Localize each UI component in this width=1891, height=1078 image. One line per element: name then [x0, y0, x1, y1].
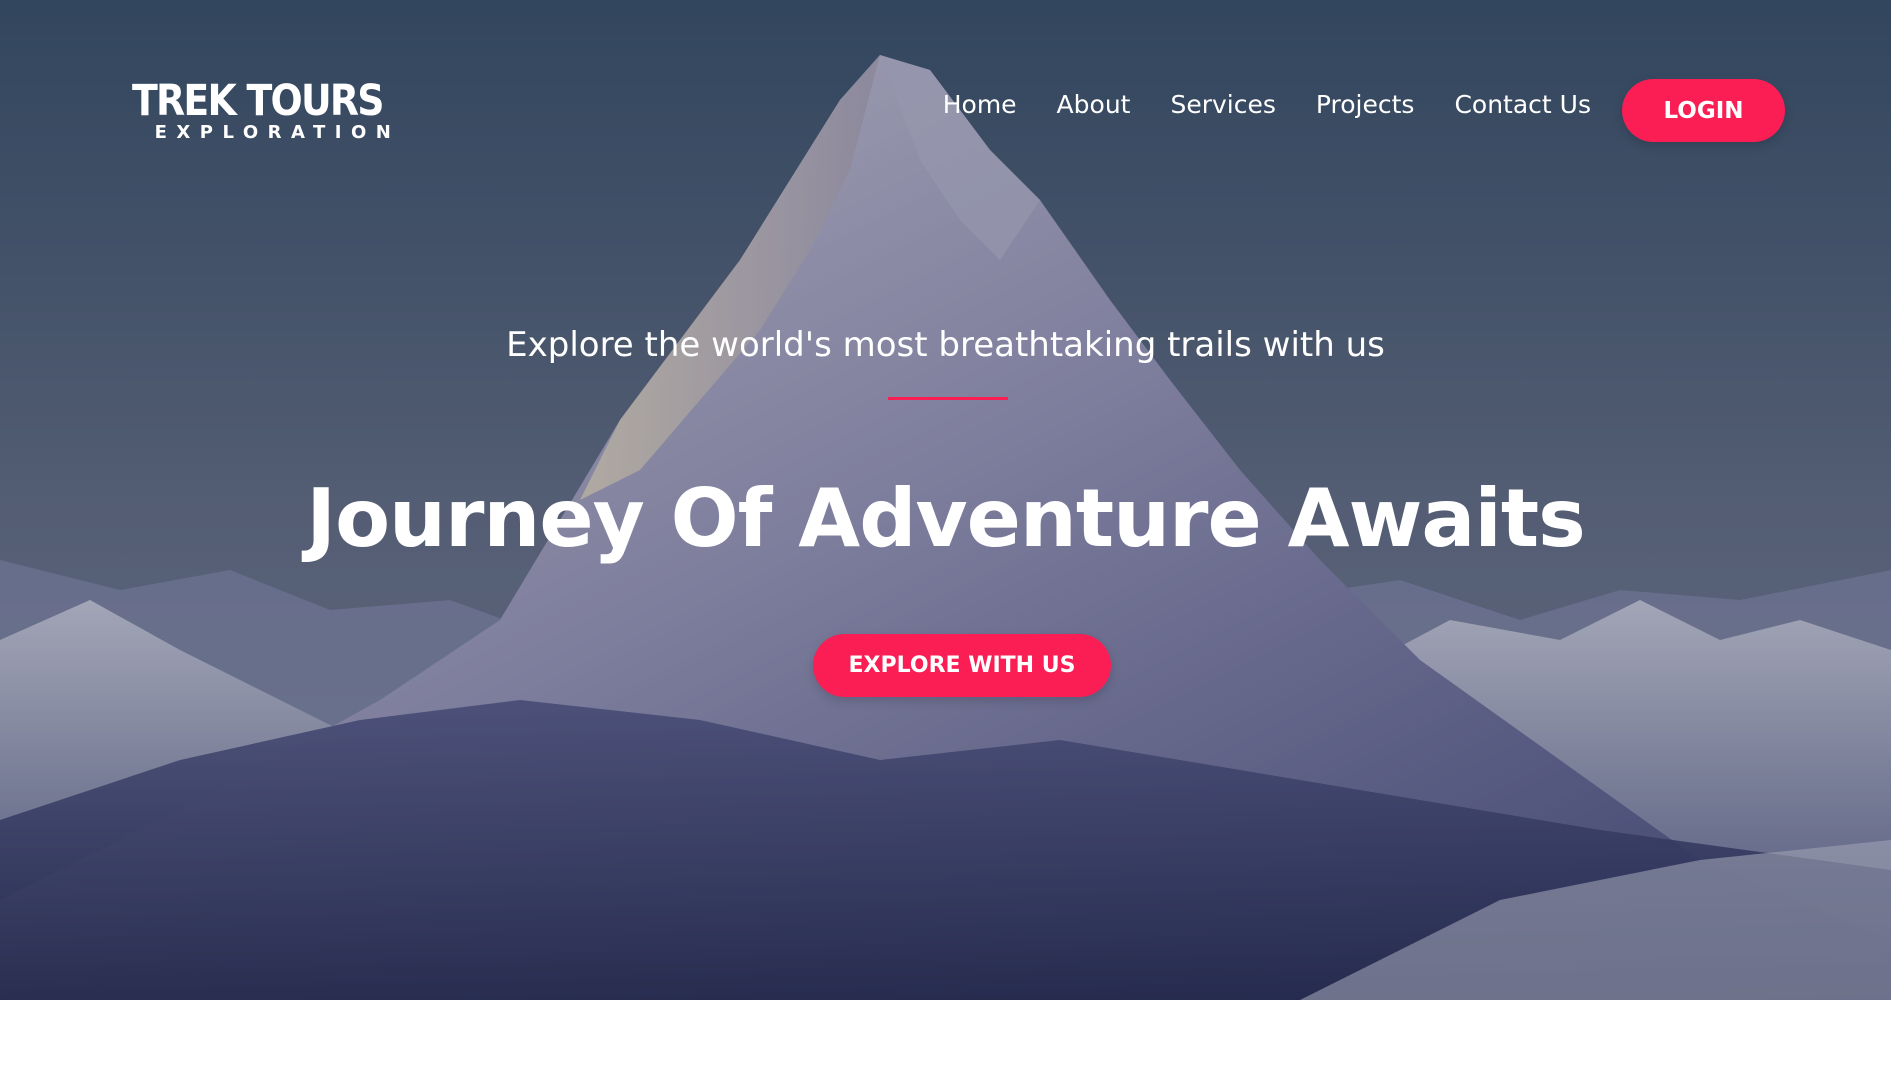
- login-button[interactable]: LOGIN: [1622, 79, 1785, 142]
- hero-subtitle: Explore the world's most breathtaking tr…: [506, 325, 1385, 365]
- nav-item-home[interactable]: Home: [943, 90, 1017, 119]
- nav-item-about[interactable]: About: [1057, 90, 1131, 119]
- main-navigation: Home About Services Projects Contact Us: [943, 90, 1591, 119]
- explore-with-us-button[interactable]: EXPLORE WITH US: [813, 634, 1111, 697]
- nav-item-contact-us[interactable]: Contact Us: [1454, 90, 1591, 119]
- hero-section: TREK TOURS EXPLORATION Home About Servic…: [0, 0, 1891, 1000]
- nav-item-projects[interactable]: Projects: [1316, 90, 1415, 119]
- nav-item-services[interactable]: Services: [1170, 90, 1275, 119]
- hero-title: Journey Of Adventure Awaits: [306, 472, 1585, 565]
- hero-divider: [888, 397, 1008, 400]
- brand-logo[interactable]: TREK TOURS EXPLORATION: [132, 80, 417, 142]
- brand-tagline: EXPLORATION: [154, 122, 401, 143]
- brand-name: TREK TOURS: [132, 76, 385, 126]
